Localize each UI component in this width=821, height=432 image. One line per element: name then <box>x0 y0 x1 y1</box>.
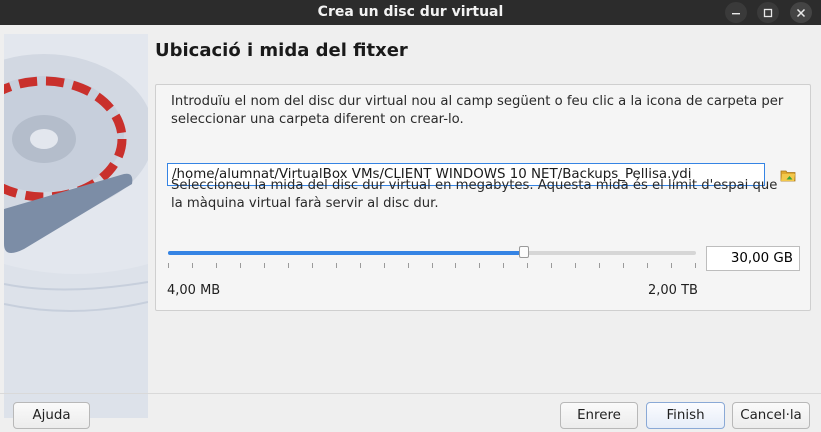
close-button[interactable] <box>790 2 812 23</box>
slider-tick <box>264 263 265 268</box>
dialog-window: Ubicació i mida del fitxer Introduïu el … <box>0 25 821 432</box>
slider-tick <box>623 263 624 268</box>
location-size-panel: Introduïu el nom del disc dur virtual no… <box>155 84 811 311</box>
slider-tick <box>216 263 217 268</box>
slider-tick <box>671 263 672 268</box>
slider-handle[interactable] <box>519 246 529 258</box>
size-slider[interactable] <box>168 246 696 258</box>
size-description: Seleccioneu la mida del disc dur virtual… <box>171 178 778 211</box>
slider-tick <box>551 263 552 268</box>
slider-tick <box>527 263 528 268</box>
cancel-button[interactable]: Cancel·la <box>732 402 810 429</box>
slider-tick <box>455 263 456 268</box>
slider-tick <box>360 263 361 268</box>
slider-tick <box>647 263 648 268</box>
window-titlebar: Crea un disc dur virtual <box>0 0 821 25</box>
slider-tick <box>575 263 576 268</box>
slider-tick <box>288 263 289 268</box>
slider-tick <box>192 263 193 268</box>
slider-fill <box>168 251 524 255</box>
slider-tick <box>432 263 433 268</box>
slider-tick <box>695 263 696 268</box>
minimize-icon <box>732 12 740 14</box>
button-bar-divider <box>0 393 821 394</box>
slider-max-label: 2,00 TB <box>648 283 698 298</box>
slider-tick <box>168 263 169 268</box>
slider-ticks <box>168 263 696 269</box>
page-title: Ubicació i mida del fitxer <box>155 40 408 61</box>
hard-disk-illustration-icon <box>4 34 148 418</box>
location-description: Introduïu el nom del disc dur virtual no… <box>171 94 784 127</box>
finish-button[interactable]: Finish <box>646 402 725 429</box>
slider-tick <box>336 263 337 268</box>
close-icon <box>796 8 806 17</box>
slider-tick <box>384 263 385 268</box>
maximize-button[interactable] <box>757 2 779 23</box>
slider-tick <box>312 263 313 268</box>
maximize-icon <box>763 8 773 17</box>
slider-tick <box>479 263 480 268</box>
slider-min-label: 4,00 MB <box>167 283 221 298</box>
slider-tick <box>408 263 409 268</box>
help-button[interactable]: Ajuda <box>13 402 90 429</box>
slider-tick <box>503 263 504 268</box>
back-button[interactable]: Enrere <box>560 402 638 429</box>
size-value-input[interactable] <box>706 246 800 271</box>
slider-tick <box>599 263 600 268</box>
window-title: Crea un disc dur virtual <box>317 4 504 20</box>
wizard-side-illustration <box>4 34 148 418</box>
slider-tick <box>240 263 241 268</box>
minimize-button[interactable] <box>725 2 747 23</box>
